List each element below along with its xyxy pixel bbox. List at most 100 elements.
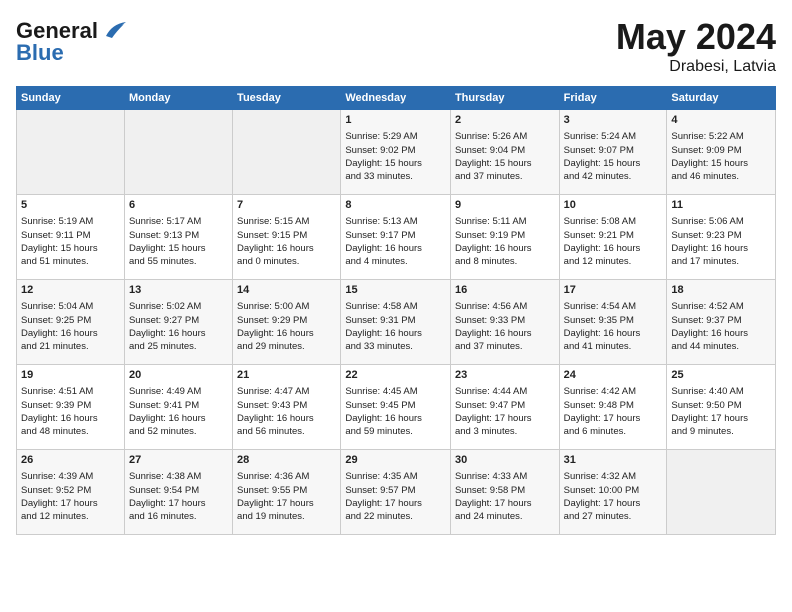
calendar-cell: 12 Sunrise: 5:04 AMSunset: 9:25 PMDayligh… <box>17 280 125 365</box>
day-info-line: Daylight: 17 hours <box>455 412 555 425</box>
calendar-week-3: 19Sunrise: 4:51 AMSunset: 9:39 PMDayligh… <box>17 365 776 450</box>
calendar-cell: 9Sunrise: 5:11 AMSunset: 9:19 PMDaylight… <box>450 195 559 280</box>
day-info-line: Sunrise: 4:47 AM <box>237 385 336 398</box>
day-number: 15 <box>345 283 446 298</box>
day-info-line: Sunrise: 4:58 AM <box>345 300 446 313</box>
day-info-line: Sunrise: 4:51 AM <box>21 385 120 398</box>
day-info-line: Daylight: 16 hours <box>237 327 336 340</box>
calendar-cell <box>17 110 125 195</box>
calendar-cell: 3Sunrise: 5:24 AMSunset: 9:07 PMDaylight… <box>559 110 667 195</box>
day-info-line: and 12 minutes. <box>564 255 663 268</box>
col-monday: Monday <box>124 87 232 110</box>
page: General Blue May 2024 Drabesi, Latvia Su… <box>0 0 792 612</box>
col-friday: Friday <box>559 87 667 110</box>
day-info-line: Sunrise: 5:15 AM <box>237 215 336 228</box>
day-info-line: Daylight: 15 hours <box>345 157 446 170</box>
day-info-line: Sunset: 9:45 PM <box>345 399 446 412</box>
day-info-line: and 8 minutes. <box>455 255 555 268</box>
day-info-line: Daylight: 16 hours <box>455 242 555 255</box>
calendar-week-4: 26Sunrise: 4:39 AMSunset: 9:52 PMDayligh… <box>17 450 776 535</box>
calendar-week-1: 5Sunrise: 5:19 AMSunset: 9:11 PMDaylight… <box>17 195 776 280</box>
day-number: 10 <box>564 198 663 213</box>
calendar-cell: 16Sunrise: 4:56 AMSunset: 9:33 PMDayligh… <box>450 280 559 365</box>
day-info-line: and 48 minutes. <box>21 425 120 438</box>
day-info-line: Sunrise: 5:24 AM <box>564 130 663 143</box>
calendar-cell: 27Sunrise: 4:38 AMSunset: 9:54 PMDayligh… <box>124 450 232 535</box>
day-number: 22 <box>345 368 446 383</box>
calendar-cell: 30Sunrise: 4:33 AMSunset: 9:58 PMDayligh… <box>450 450 559 535</box>
day-info-line: Daylight: 17 hours <box>345 497 446 510</box>
day-info-line: Sunset: 9:31 PM <box>345 314 446 327</box>
day-info-line: Daylight: 16 hours <box>237 412 336 425</box>
day-number: 5 <box>21 198 120 213</box>
day-info-line: and 3 minutes. <box>455 425 555 438</box>
day-number: 2 <box>455 113 555 128</box>
day-info-line: Daylight: 17 hours <box>671 412 771 425</box>
day-info-line: Sunset: 9:09 PM <box>671 144 771 157</box>
day-info-line: Daylight: 16 hours <box>564 242 663 255</box>
day-info-line: Sunrise: 4:40 AM <box>671 385 771 398</box>
day-info-line: Sunset: 9:55 PM <box>237 484 336 497</box>
day-number: 12 <box>21 283 120 298</box>
day-info-line: Sunset: 9:47 PM <box>455 399 555 412</box>
day-info-line: and 55 minutes. <box>129 255 228 268</box>
calendar-cell <box>124 110 232 195</box>
calendar-cell <box>233 110 341 195</box>
day-number: 25 <box>671 368 771 383</box>
day-info-line: Sunset: 9:50 PM <box>671 399 771 412</box>
day-info-line: Daylight: 16 hours <box>345 327 446 340</box>
day-info-line: Sunset: 9:02 PM <box>345 144 446 157</box>
day-info-line: Sunrise: 5:04 AM <box>21 300 120 313</box>
day-info-line: and 44 minutes. <box>671 340 771 353</box>
day-info-line: Daylight: 16 hours <box>129 412 228 425</box>
day-info-line: Daylight: 15 hours <box>455 157 555 170</box>
day-info-line: Sunset: 9:15 PM <box>237 229 336 242</box>
day-info-line: Daylight: 16 hours <box>129 327 228 340</box>
day-number: 26 <box>21 453 120 468</box>
day-info-line: Sunrise: 5:22 AM <box>671 130 771 143</box>
calendar-cell: 7Sunrise: 5:15 AMSunset: 9:15 PMDaylight… <box>233 195 341 280</box>
col-saturday: Saturday <box>667 87 776 110</box>
day-info-line: Daylight: 16 hours <box>21 327 120 340</box>
day-info-line: Sunset: 9:57 PM <box>345 484 446 497</box>
day-info-line: Sunset: 9:54 PM <box>129 484 228 497</box>
day-number: 29 <box>345 453 446 468</box>
title-block: May 2024 Drabesi, Latvia <box>616 16 776 76</box>
day-info-line: and 27 minutes. <box>564 510 663 523</box>
day-info-line: Sunset: 9:25 PM <box>21 314 120 327</box>
calendar-cell: 25 Sunrise: 4:40 AMSunset: 9:50 PMDayligh… <box>667 365 776 450</box>
day-info-line: Sunrise: 5:11 AM <box>455 215 555 228</box>
day-info-line: Sunset: 9:04 PM <box>455 144 555 157</box>
month-year: May 2024 <box>616 16 776 58</box>
day-info-line: Sunrise: 5:29 AM <box>345 130 446 143</box>
day-info-line: Sunset: 9:41 PM <box>129 399 228 412</box>
day-number: 11 <box>671 198 771 213</box>
day-number: 6 <box>129 198 228 213</box>
day-info-line: Daylight: 17 hours <box>21 497 120 510</box>
day-info-line: Sunrise: 4:56 AM <box>455 300 555 313</box>
calendar-cell: 4Sunrise: 5:22 AMSunset: 9:09 PMDaylight… <box>667 110 776 195</box>
day-info-line: and 19 minutes. <box>237 510 336 523</box>
calendar-cell: 14Sunrise: 5:00 AMSunset: 9:29 PMDayligh… <box>233 280 341 365</box>
day-info-line: Daylight: 17 hours <box>564 497 663 510</box>
calendar-week-0: 1Sunrise: 5:29 AMSunset: 9:02 PMDaylight… <box>17 110 776 195</box>
day-number: 14 <box>237 283 336 298</box>
col-sunday: Sunday <box>17 87 125 110</box>
day-info-line: Daylight: 16 hours <box>671 242 771 255</box>
location: Drabesi, Latvia <box>616 58 776 76</box>
calendar-cell: 10Sunrise: 5:08 AMSunset: 9:21 PMDayligh… <box>559 195 667 280</box>
day-info-line: and 42 minutes. <box>564 170 663 183</box>
day-number: 21 <box>237 368 336 383</box>
calendar: Sunday Monday Tuesday Wednesday Thursday… <box>16 86 776 535</box>
calendar-cell: 8Sunrise: 5:13 AMSunset: 9:17 PMDaylight… <box>341 195 451 280</box>
day-info-line: Daylight: 15 hours <box>671 157 771 170</box>
day-info-line: Sunset: 9:48 PM <box>564 399 663 412</box>
day-info-line: and 12 minutes. <box>21 510 120 523</box>
day-info-line: Sunrise: 4:52 AM <box>671 300 771 313</box>
day-info-line: Sunset: 9:52 PM <box>21 484 120 497</box>
day-info-line: Sunset: 9:27 PM <box>129 314 228 327</box>
day-info-line: and 25 minutes. <box>129 340 228 353</box>
day-info-line: Daylight: 16 hours <box>564 327 663 340</box>
day-number: 31 <box>564 453 663 468</box>
day-info-line: Daylight: 17 hours <box>237 497 336 510</box>
